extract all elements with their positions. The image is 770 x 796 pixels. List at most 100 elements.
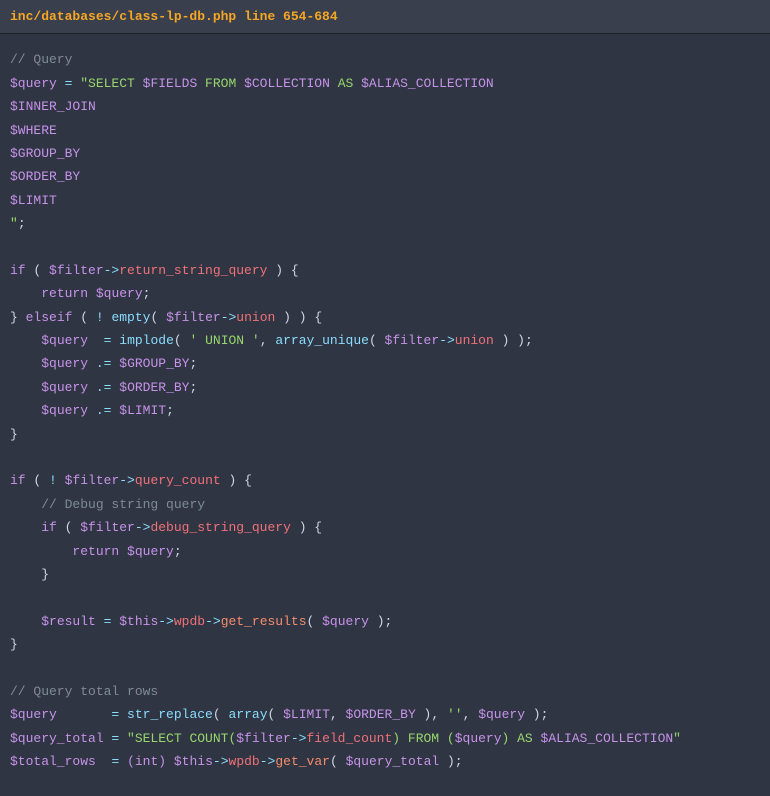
- indent: [10, 356, 41, 371]
- punc: ;: [166, 403, 174, 418]
- var: $WHERE: [10, 123, 57, 138]
- var: $total_rows: [10, 754, 96, 769]
- var: $GROUP_BY: [119, 356, 189, 371]
- kw: elseif: [26, 310, 73, 325]
- sp: [88, 333, 104, 348]
- var: $this: [119, 614, 158, 629]
- punc: ) {: [267, 263, 298, 278]
- op: ->: [205, 614, 221, 629]
- var: $FIELDS: [143, 76, 198, 91]
- sp: [88, 356, 96, 371]
- var: $query: [455, 731, 502, 746]
- kw: if: [10, 263, 26, 278]
- kw: return: [72, 544, 119, 559]
- op: ->: [260, 754, 276, 769]
- punc: ;: [174, 544, 182, 559]
- punc: ;: [189, 380, 197, 395]
- file-header: inc/databases/class-lp-db.php line 654-6…: [0, 0, 770, 34]
- op: ->: [439, 333, 455, 348]
- sp: [96, 754, 112, 769]
- str: ": [673, 731, 681, 746]
- var: $query: [478, 707, 525, 722]
- punc: );: [525, 707, 548, 722]
- var: $filter: [80, 520, 135, 535]
- var: $result: [41, 614, 96, 629]
- var: $query: [41, 333, 88, 348]
- func: get_var: [275, 754, 330, 769]
- indent: [10, 286, 41, 301]
- var: $query: [41, 403, 88, 418]
- op: ->: [135, 520, 151, 535]
- var: $query: [127, 544, 174, 559]
- var: $filter: [385, 333, 440, 348]
- op: ->: [221, 310, 237, 325]
- op: !: [49, 473, 57, 488]
- var: $this: [174, 754, 213, 769]
- str: FROM: [197, 76, 244, 91]
- var: $LIMIT: [283, 707, 330, 722]
- punc: (: [57, 520, 80, 535]
- op: ->: [158, 614, 174, 629]
- str: '': [447, 707, 463, 722]
- var: $LIMIT: [10, 193, 57, 208]
- prop: wpdb: [174, 614, 205, 629]
- sp: [57, 473, 65, 488]
- var: $ALIAS_COLLECTION: [541, 731, 674, 746]
- punc: (: [330, 754, 346, 769]
- punc: ,: [463, 707, 479, 722]
- var: $query: [41, 356, 88, 371]
- func: str_replace: [127, 707, 213, 722]
- prop: return_string_query: [119, 263, 267, 278]
- comment: // Debug string query: [41, 497, 205, 512]
- sp: [119, 754, 127, 769]
- indent: [10, 497, 41, 512]
- punc: (: [174, 333, 190, 348]
- prop: field_count: [306, 731, 392, 746]
- indent: [10, 403, 41, 418]
- str: ) AS: [502, 731, 541, 746]
- punc: (: [150, 310, 166, 325]
- indent: [10, 614, 41, 629]
- indent: [10, 567, 41, 582]
- var: $query: [41, 380, 88, 395]
- punc: }: [41, 567, 49, 582]
- op: .=: [96, 356, 112, 371]
- prop: union: [455, 333, 494, 348]
- punc: ) {: [291, 520, 322, 535]
- var: $query: [322, 614, 369, 629]
- sp: [119, 707, 127, 722]
- punc: (: [268, 707, 284, 722]
- punc: ,: [260, 333, 276, 348]
- var: $query: [10, 76, 57, 91]
- op: =: [96, 614, 119, 629]
- var: $filter: [65, 473, 120, 488]
- punc: (: [307, 614, 323, 629]
- var: $query_total: [10, 731, 104, 746]
- op: .=: [96, 403, 112, 418]
- kw: array: [228, 707, 267, 722]
- cast: (int): [127, 754, 166, 769]
- prop: debug_string_query: [150, 520, 290, 535]
- str: AS: [330, 76, 361, 91]
- op: ->: [213, 754, 229, 769]
- var: $COLLECTION: [244, 76, 330, 91]
- str: "SELECT: [80, 76, 142, 91]
- punc: ;: [18, 216, 26, 231]
- punc: }: [10, 637, 18, 652]
- sp: [88, 403, 96, 418]
- punc: ) ) {: [275, 310, 322, 325]
- punc: (: [369, 333, 385, 348]
- sp: [88, 380, 96, 395]
- var: $filter: [236, 731, 291, 746]
- str: "SELECT COUNT(: [127, 731, 236, 746]
- op: =: [104, 731, 127, 746]
- prop: query_count: [135, 473, 221, 488]
- str: ' UNION ': [189, 333, 259, 348]
- var: $query_total: [346, 754, 440, 769]
- file-path-line: inc/databases/class-lp-db.php line 654-6…: [10, 9, 338, 24]
- prop: wpdb: [229, 754, 260, 769]
- func: implode: [119, 333, 174, 348]
- sp: [119, 544, 127, 559]
- var: $ORDER_BY: [119, 380, 189, 395]
- kw: if: [41, 520, 57, 535]
